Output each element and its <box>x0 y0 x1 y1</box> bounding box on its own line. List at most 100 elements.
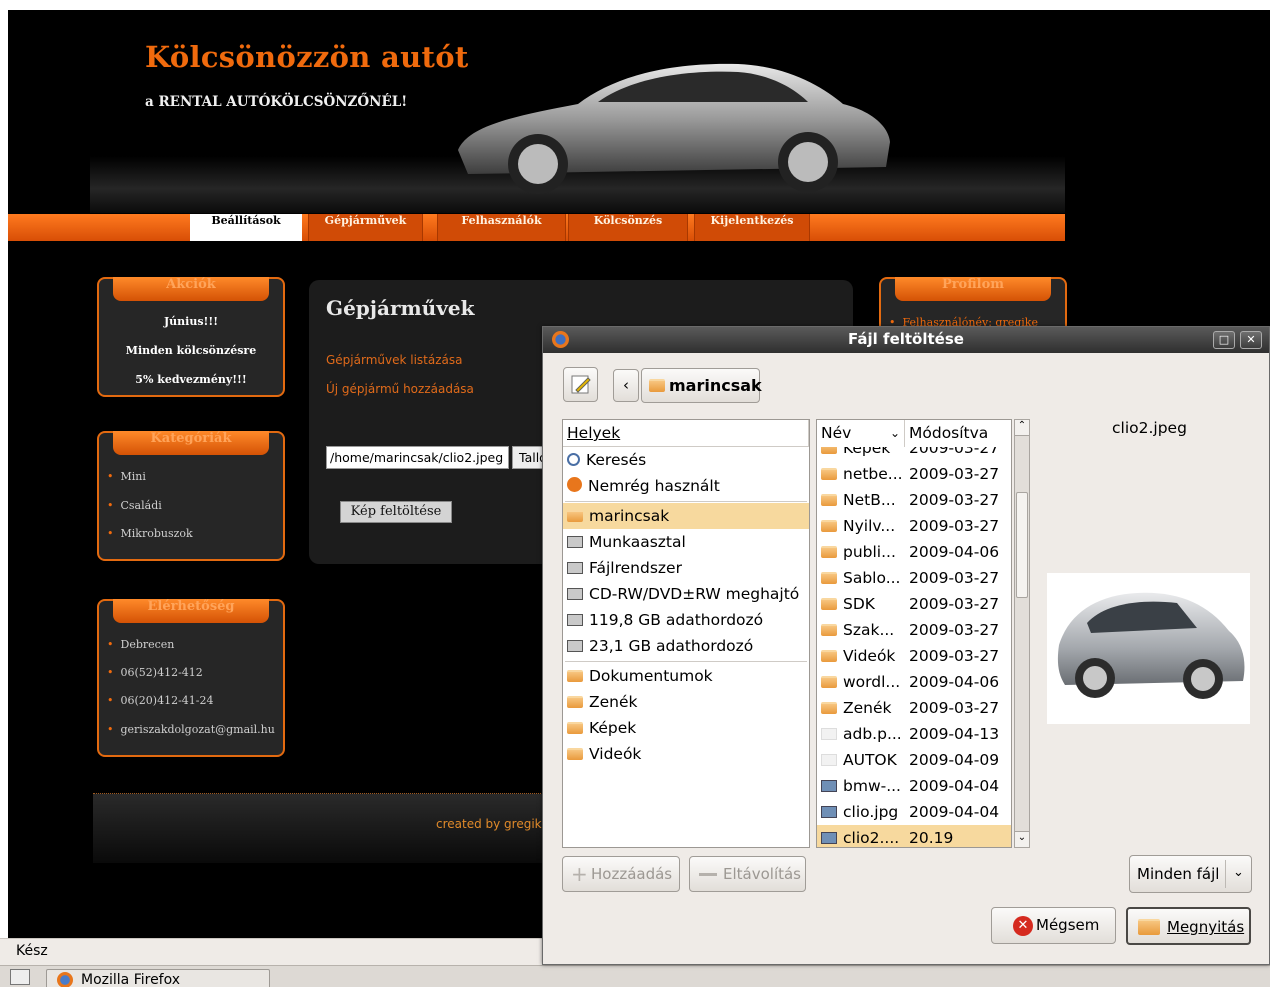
open-label: Megnyitás <box>1167 918 1245 936</box>
file-row[interactable]: Nyilv... 2009-03-27 <box>817 513 1011 539</box>
add-vehicle-link[interactable]: Új gépjármű hozzáadása <box>326 382 474 396</box>
scroll-up-icon[interactable]: ⌃ <box>1015 420 1029 436</box>
file-row[interactable]: clio2.... 20.19 <box>817 825 1011 847</box>
akciok-line: Június!!! <box>163 315 219 328</box>
place-item[interactable]: Fájlrendszer <box>563 555 809 581</box>
file-name: publi... <box>843 543 896 561</box>
folder-icon <box>821 624 837 636</box>
column-modified-header[interactable]: Módosítva <box>905 420 1011 447</box>
file-row[interactable]: bmw-... 2009-04-04 <box>817 773 1011 799</box>
places-pane: Helyek Keresés Nemrég használt marincsak Mu… <box>562 419 810 848</box>
place-label: CD-RW/DVD±RW meghajtó <box>589 585 800 603</box>
place-item[interactable]: Zenék <box>563 689 809 715</box>
status-text: Kész <box>16 943 48 959</box>
firefox-icon <box>57 972 73 987</box>
open-folder-icon <box>1138 919 1160 935</box>
folder-icon <box>821 572 837 584</box>
file-date: 2009-03-27 <box>909 465 1000 483</box>
kategoriak-box: Kategóriák Mini Családi Mikrobuszok <box>97 431 285 561</box>
place-item[interactable]: Nemrég használt <box>563 473 809 499</box>
taskbar-firefox-button[interactable]: Mozilla Firefox <box>46 969 270 987</box>
place-item[interactable]: Keresés <box>563 447 809 473</box>
file-row[interactable]: Képek 2009-03-27 <box>817 447 1011 461</box>
place-item[interactable]: Képek <box>563 715 809 741</box>
maximize-icon[interactable]: □ <box>1213 331 1235 349</box>
place-item[interactable]: 23,1 GB adathordozó <box>563 633 809 659</box>
akciok-line: Minden kölcsönzésre <box>125 344 257 357</box>
place-label: Keresés <box>586 451 647 469</box>
file-list-scrollbar[interactable]: ⌃ ⌄ <box>1014 419 1030 848</box>
file-row[interactable]: clio.jpg 2009-04-04 <box>817 799 1011 825</box>
show-desktop-icon[interactable] <box>10 969 30 985</box>
list-vehicles-link[interactable]: Gépjárművek listázása <box>326 353 463 367</box>
add-bookmark-button[interactable]: + Hozzáadás <box>562 856 680 892</box>
akciok-title: Akciók <box>113 277 269 301</box>
open-button[interactable]: Megnyitás <box>1126 907 1251 945</box>
place-item[interactable]: Dokumentumok <box>563 663 809 689</box>
file-path-input[interactable]: /home/marincsak/clio2.jpeg <box>326 446 509 469</box>
file-name: Sablo... <box>843 569 901 587</box>
file-filter-value: Minden fájl <box>1137 865 1220 883</box>
path-button-marincsak[interactable]: marincsak <box>641 368 762 403</box>
places-header[interactable]: Helyek <box>563 420 809 447</box>
file-row[interactable]: Videók 2009-03-27 <box>817 643 1011 669</box>
cancel-button[interactable]: ✕ Mégsem <box>991 907 1116 944</box>
file-row[interactable]: Sablo... 2009-03-27 <box>817 565 1011 591</box>
file-row[interactable]: wordl... 2009-04-06 <box>817 669 1011 695</box>
file-row[interactable]: Szak... 2009-03-27 <box>817 617 1011 643</box>
file-date: 2009-03-27 <box>909 595 1000 613</box>
contact-item: Debrecen <box>107 638 175 651</box>
column-name-label: Név <box>821 424 852 442</box>
place-item[interactable]: Videók <box>563 741 809 767</box>
category-link[interactable]: Mini <box>107 470 146 483</box>
place-item[interactable]: 119,8 GB adathordozó <box>563 607 809 633</box>
place-item[interactable]: marincsak <box>563 503 809 529</box>
scroll-down-icon[interactable]: ⌄ <box>1015 831 1029 847</box>
file-icon <box>821 728 837 740</box>
column-name-header[interactable]: Név ⌄ <box>817 420 905 447</box>
upload-image-button[interactable]: Kép feltöltése <box>340 501 452 523</box>
remove-bookmark-button[interactable]: Eltávolítás <box>689 856 806 892</box>
file-row[interactable]: publi... 2009-04-06 <box>817 539 1011 565</box>
akciok-line: 5% kedvezmény!!! <box>135 373 247 386</box>
file-row[interactable]: AUTOK 2009-04-09 <box>817 747 1011 773</box>
file-name: adb.p... <box>843 725 902 743</box>
file-row[interactable]: netbe... 2009-03-27 <box>817 461 1011 487</box>
nav-gepjarmuvek[interactable]: Gépjárművek <box>308 214 423 241</box>
nav-kijelentkezes[interactable]: Kijelentkezés <box>694 214 810 241</box>
desktop-icon <box>567 536 583 548</box>
file-date: 2009-03-27 <box>909 447 1000 457</box>
folder-icon <box>567 670 583 682</box>
close-icon[interactable]: ✕ <box>1240 331 1262 349</box>
path-back-button[interactable]: ‹ <box>613 369 639 402</box>
nav-beallitasok[interactable]: Beállítások <box>190 214 302 241</box>
folder-icon <box>821 494 837 506</box>
home-folder-icon <box>649 379 665 392</box>
scrollbar-thumb[interactable] <box>1016 492 1028 598</box>
file-row[interactable]: adb.p... 2009-04-13 <box>817 721 1011 747</box>
place-label: Dokumentumok <box>589 667 713 685</box>
profil-title: Profilom <box>895 277 1051 301</box>
category-link[interactable]: Családi <box>107 499 162 512</box>
file-date: 2009-03-27 <box>909 517 1000 535</box>
category-link[interactable]: Mikrobuszok <box>107 527 193 540</box>
nav-felhasznalok[interactable]: Felhasználók <box>437 214 566 241</box>
place-item[interactable]: CD-RW/DVD±RW meghajtó <box>563 581 809 607</box>
file-name: SDK <box>843 595 875 613</box>
file-row[interactable]: NetB... 2009-03-27 <box>817 487 1011 513</box>
file-date: 2009-04-06 <box>909 543 1000 561</box>
file-filter-select[interactable]: Minden fájl ⌄ <box>1129 855 1252 893</box>
nav-kolcsonzes[interactable]: Kölcsönzés <box>568 214 688 241</box>
file-row[interactable]: SDK 2009-03-27 <box>817 591 1011 617</box>
edit-path-button[interactable] <box>563 367 598 402</box>
place-item[interactable]: Munkaasztal <box>563 529 809 555</box>
optical-drive-icon <box>567 588 583 600</box>
file-date: 20.19 <box>909 829 954 847</box>
file-row[interactable]: Zenék 2009-03-27 <box>817 695 1011 721</box>
drive-icon <box>567 614 583 626</box>
file-list-pane: Név ⌄ Módosítva Képek 2009-03-27 netbe... 2… <box>816 419 1012 848</box>
file-upload-dialog: Fájl feltöltése □ ✕ ‹ marincsak Helyek K… <box>542 326 1270 965</box>
dialog-titlebar[interactable]: Fájl feltöltése □ ✕ <box>543 327 1269 353</box>
place-label: Munkaasztal <box>589 533 686 551</box>
place-label: Fájlrendszer <box>589 559 682 577</box>
